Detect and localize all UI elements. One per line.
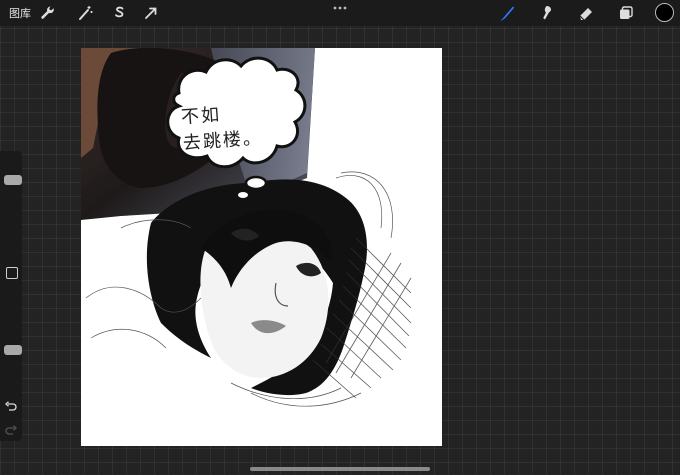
- drawing-canvas[interactable]: 不如 去跳楼。: [81, 48, 442, 446]
- redo-icon[interactable]: [4, 424, 18, 436]
- selection-s-icon[interactable]: [109, 3, 129, 23]
- wrench-icon[interactable]: [37, 3, 57, 23]
- brush-size-handle[interactable]: [4, 175, 22, 185]
- undo-icon[interactable]: [4, 400, 18, 412]
- speech-bubble-text: 不如 去跳楼。: [180, 104, 264, 155]
- top-toolbar: 图库: [0, 0, 680, 26]
- home-indicator: [250, 467, 430, 471]
- smudge-icon[interactable]: [536, 3, 556, 23]
- layers-icon[interactable]: [616, 3, 636, 23]
- magic-wand-icon[interactable]: [75, 3, 95, 23]
- arrow-cursor-icon[interactable]: [141, 3, 161, 23]
- ellipsis-icon[interactable]: [330, 1, 350, 13]
- opacity-handle[interactable]: [4, 345, 22, 355]
- gallery-button[interactable]: 图库: [9, 5, 31, 21]
- opacity-slider[interactable]: [2, 289, 22, 371]
- square-icon[interactable]: [6, 267, 18, 279]
- left-sidebar: [0, 151, 22, 441]
- brush-size-slider[interactable]: [2, 159, 22, 241]
- eraser-icon[interactable]: [576, 3, 596, 23]
- color-picker-button[interactable]: [655, 3, 674, 22]
- brush-icon[interactable]: [497, 3, 517, 23]
